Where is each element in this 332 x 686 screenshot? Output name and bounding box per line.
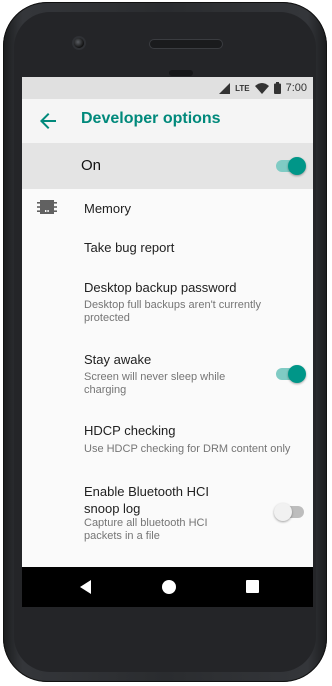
screen: LTE 7:00 Developer options On Memory Tak…: [22, 77, 313, 607]
triangle-back-icon[interactable]: [80, 580, 91, 594]
arrow-left-icon[interactable]: [36, 109, 60, 133]
square-recents-icon[interactable]: [246, 580, 259, 593]
master-toggle[interactable]: [276, 157, 306, 175]
setting-title: Memory: [84, 201, 131, 216]
stay-awake-toggle[interactable]: [276, 365, 306, 383]
bluetooth-hci-toggle[interactable]: [274, 503, 304, 521]
setting-title: Stay awake: [84, 352, 152, 367]
earpiece-speaker: [150, 40, 222, 48]
circle-home-icon[interactable]: [162, 580, 176, 594]
memory-chip-icon: [37, 200, 57, 214]
toggle-thumb: [274, 503, 292, 521]
page-title: Developer options: [81, 110, 221, 127]
battery-icon: [273, 82, 281, 94]
master-switch-row[interactable]: On: [22, 143, 313, 189]
status-bar: LTE 7:00: [22, 77, 313, 99]
signal-icon: [219, 82, 231, 94]
toggle-thumb: [288, 157, 306, 175]
setting-summary: Desktop full backups aren't currently pr…: [84, 299, 261, 324]
setting-summary: Capture all bluetooth HCI packets in a f…: [84, 517, 208, 542]
setting-title: Desktop backup password: [84, 280, 237, 295]
setting-title: HDCP checking: [84, 423, 176, 438]
proximity-sensor: [169, 70, 193, 76]
setting-title: Enable Bluetooth HCI snoop log: [84, 484, 210, 516]
toolbar: Developer options: [22, 99, 313, 143]
wifi-icon: [254, 82, 269, 94]
status-icons: LTE 7:00: [219, 80, 307, 96]
setting-summary: Screen will never sleep while charging: [84, 371, 226, 396]
master-switch-label: On: [81, 157, 102, 174]
toggle-thumb: [288, 365, 306, 383]
network-type: LTE: [235, 83, 250, 93]
setting-title: Take bug report: [84, 240, 175, 255]
navigation-bar: [22, 567, 313, 607]
front-camera: [74, 38, 84, 48]
setting-summary: Use HDCP checking for DRM content only: [84, 443, 291, 455]
clock: 7:00: [285, 82, 307, 94]
